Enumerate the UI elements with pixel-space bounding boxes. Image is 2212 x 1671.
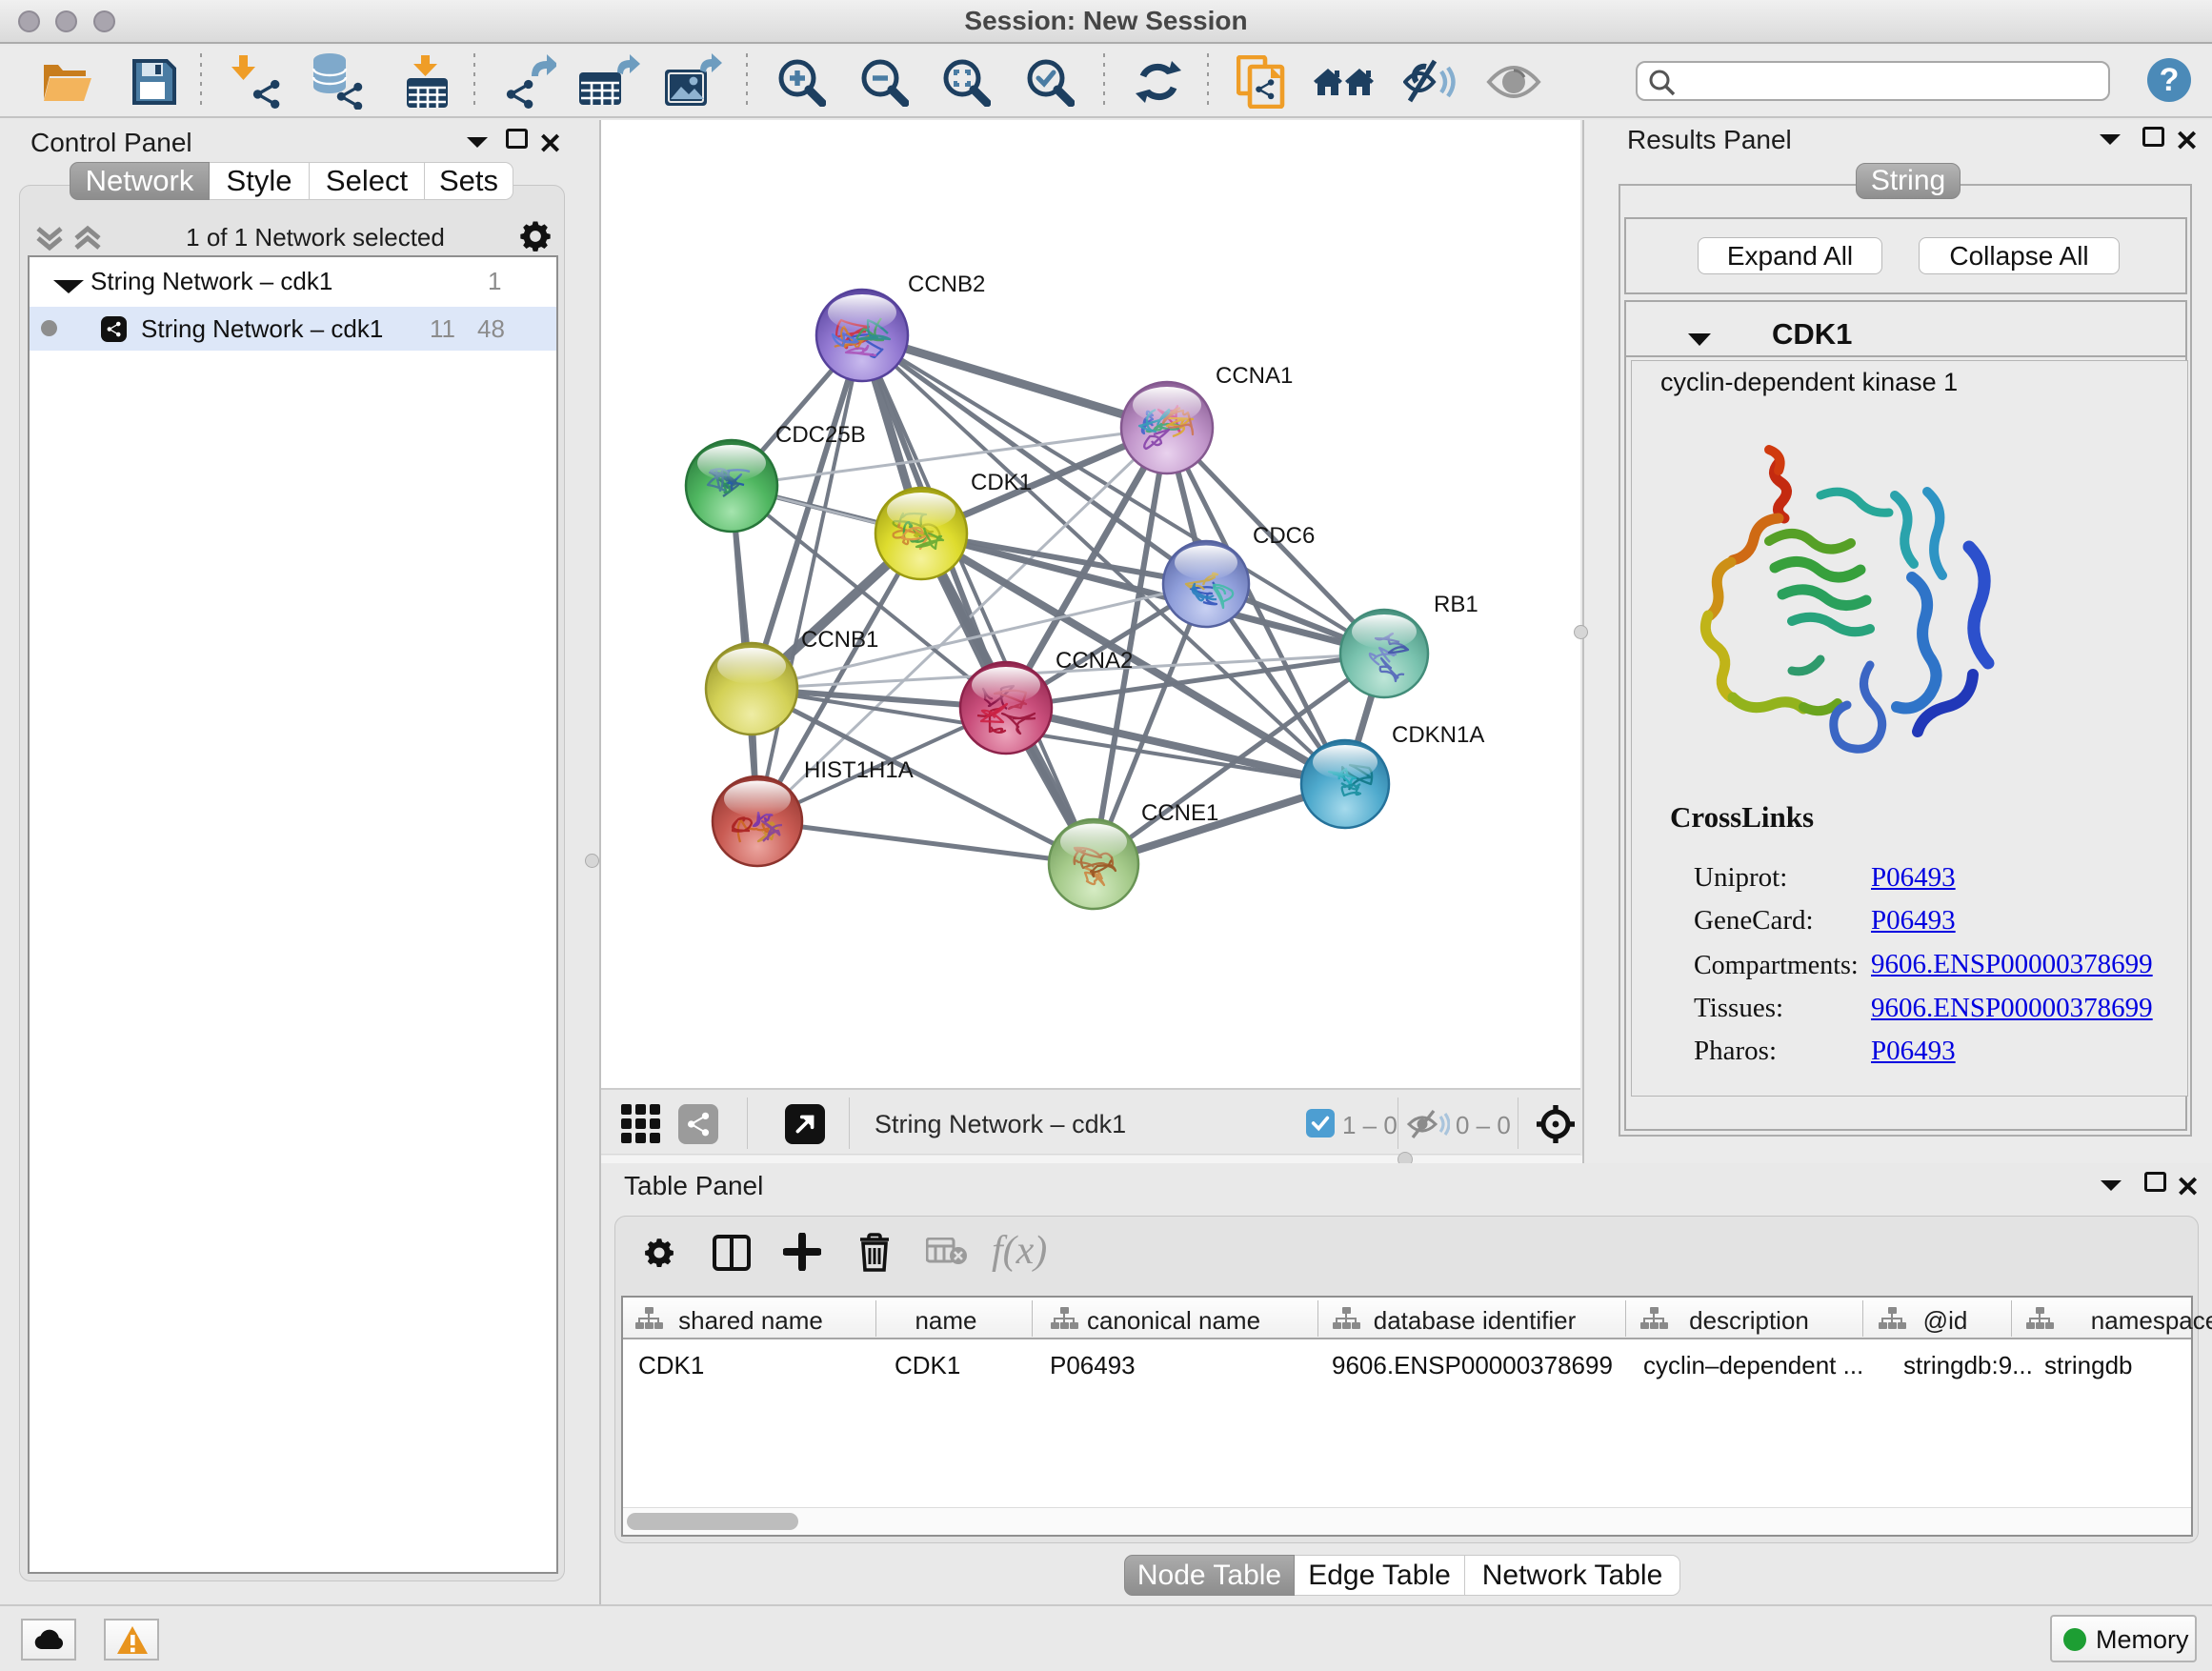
svg-text:CCNE1: CCNE1 (1141, 800, 1218, 826)
svg-text:CDKN1A: CDKN1A (1392, 722, 1484, 748)
svg-text:CCNA2: CCNA2 (1056, 648, 1133, 674)
svg-text:RB1: RB1 (1434, 592, 1478, 617)
svg-text:CCNB1: CCNB1 (801, 627, 878, 653)
svg-text:CDC25B: CDC25B (775, 422, 866, 448)
svg-text:CDC6: CDC6 (1253, 523, 1315, 549)
svg-text:CCNB2: CCNB2 (908, 272, 985, 297)
svg-text:CDK1: CDK1 (971, 470, 1032, 495)
svg-text:CCNA1: CCNA1 (1216, 363, 1293, 389)
svg-text:HIST1H1A: HIST1H1A (804, 757, 914, 783)
